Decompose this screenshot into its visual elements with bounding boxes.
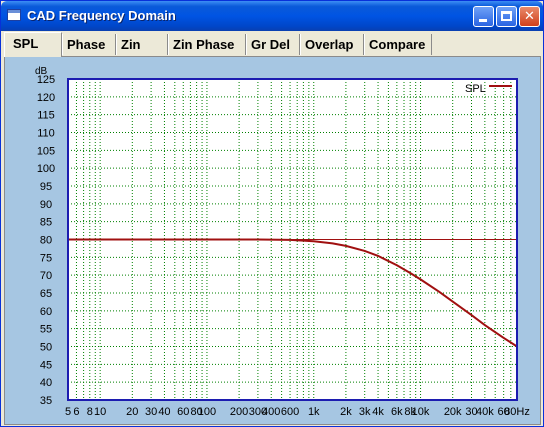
minimize-icon bbox=[479, 19, 487, 22]
y-tick-label: 75 bbox=[40, 252, 52, 264]
y-tick-label: 85 bbox=[40, 217, 52, 229]
x-tick-label: 10k bbox=[412, 406, 430, 418]
x-tick-label: 200 bbox=[230, 406, 248, 418]
y-tick-label: 105 bbox=[37, 145, 55, 157]
x-tick-label: 6k bbox=[391, 406, 403, 418]
x-tick-label: 3k bbox=[359, 406, 371, 418]
x-tick-label: 30 bbox=[145, 406, 157, 418]
x-tick-label: 1k bbox=[308, 406, 320, 418]
y-tick-label: 95 bbox=[40, 181, 52, 193]
tab-overlap[interactable]: Overlap bbox=[300, 34, 364, 55]
tab-zin-phase[interactable]: Zin Phase bbox=[168, 34, 246, 55]
minimize-button[interactable] bbox=[473, 6, 494, 27]
x-tick-label: 20k bbox=[444, 406, 462, 418]
close-icon: ✕ bbox=[524, 9, 535, 24]
y-tick-label: 110 bbox=[37, 128, 55, 140]
x-tick-label: 5 bbox=[65, 406, 71, 418]
y-tick-label: 40 bbox=[40, 377, 52, 389]
y-tick-label: 120 bbox=[37, 92, 55, 104]
y-tick-label: 90 bbox=[40, 199, 52, 211]
y-tick-label: 65 bbox=[40, 288, 52, 300]
y-tick-label: 45 bbox=[40, 359, 52, 371]
legend-label: SPL bbox=[465, 83, 486, 95]
close-button[interactable]: ✕ bbox=[519, 6, 540, 27]
tab-strip: SPL Phase Zin Zin Phase Gr Del Overlap C… bbox=[4, 32, 542, 57]
window-title: CAD Frequency Domain bbox=[27, 8, 176, 23]
y-tick-label: 70 bbox=[40, 270, 52, 282]
app-icon bbox=[7, 9, 21, 21]
x-tick-label: 6 bbox=[73, 406, 79, 418]
app-window: CAD Frequency Domain ✕ SPL Phase Zin Zin… bbox=[0, 0, 544, 427]
x-tick-label: 20 bbox=[126, 406, 138, 418]
y-tick-label: 115 bbox=[37, 110, 55, 122]
maximize-icon bbox=[501, 11, 512, 21]
tab-compare[interactable]: Compare bbox=[364, 34, 432, 55]
x-tick-label: 40k bbox=[476, 406, 494, 418]
y-tick-label: 55 bbox=[40, 324, 52, 336]
y-tick-label: 80 bbox=[40, 235, 52, 247]
title-bar[interactable]: CAD Frequency Domain ✕ bbox=[1, 1, 543, 31]
x-tick-label: 80Hz bbox=[504, 406, 530, 418]
y-tick-label: 100 bbox=[37, 163, 55, 175]
y-tick-label: 50 bbox=[40, 342, 52, 354]
y-axis-label: dB bbox=[35, 66, 48, 77]
y-tick-label: 35 bbox=[40, 395, 52, 407]
x-tick-label: 10 bbox=[94, 406, 106, 418]
x-tick-label: 2k bbox=[340, 406, 352, 418]
tab-spl[interactable]: SPL bbox=[4, 32, 62, 57]
spl-chart: 1251201151101051009590858075706560555045… bbox=[35, 66, 530, 418]
tab-zin[interactable]: Zin bbox=[116, 34, 168, 55]
tab-phase[interactable]: Phase bbox=[62, 34, 116, 55]
y-tick-label: 60 bbox=[40, 306, 52, 318]
maximize-button[interactable] bbox=[496, 6, 517, 27]
x-tick-label: 4k bbox=[372, 406, 384, 418]
x-tick-label: 8 bbox=[87, 406, 93, 418]
x-tick-label: 40 bbox=[158, 406, 170, 418]
tab-gr-del[interactable]: Gr Del bbox=[246, 34, 300, 55]
spl-panel: 125 120 115 110 105 100 95 90 85 80 75 70 65 60 55 50 45… bbox=[4, 56, 541, 425]
x-tick-label: 60 bbox=[177, 406, 189, 418]
x-tick-label: 100 bbox=[198, 406, 216, 418]
x-tick-label: 400 bbox=[262, 406, 280, 418]
x-tick-label: 600 bbox=[281, 406, 299, 418]
